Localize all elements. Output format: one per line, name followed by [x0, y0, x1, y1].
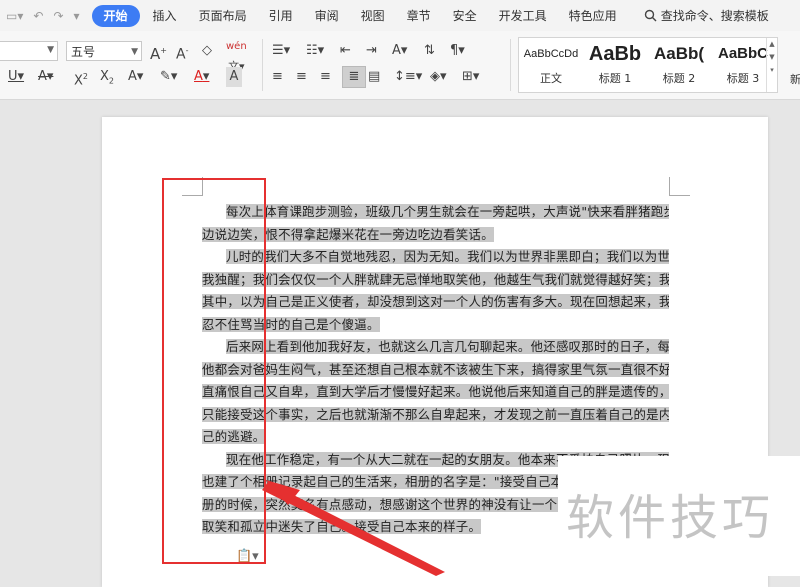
watermark: 软件技巧 — [566, 490, 775, 546]
